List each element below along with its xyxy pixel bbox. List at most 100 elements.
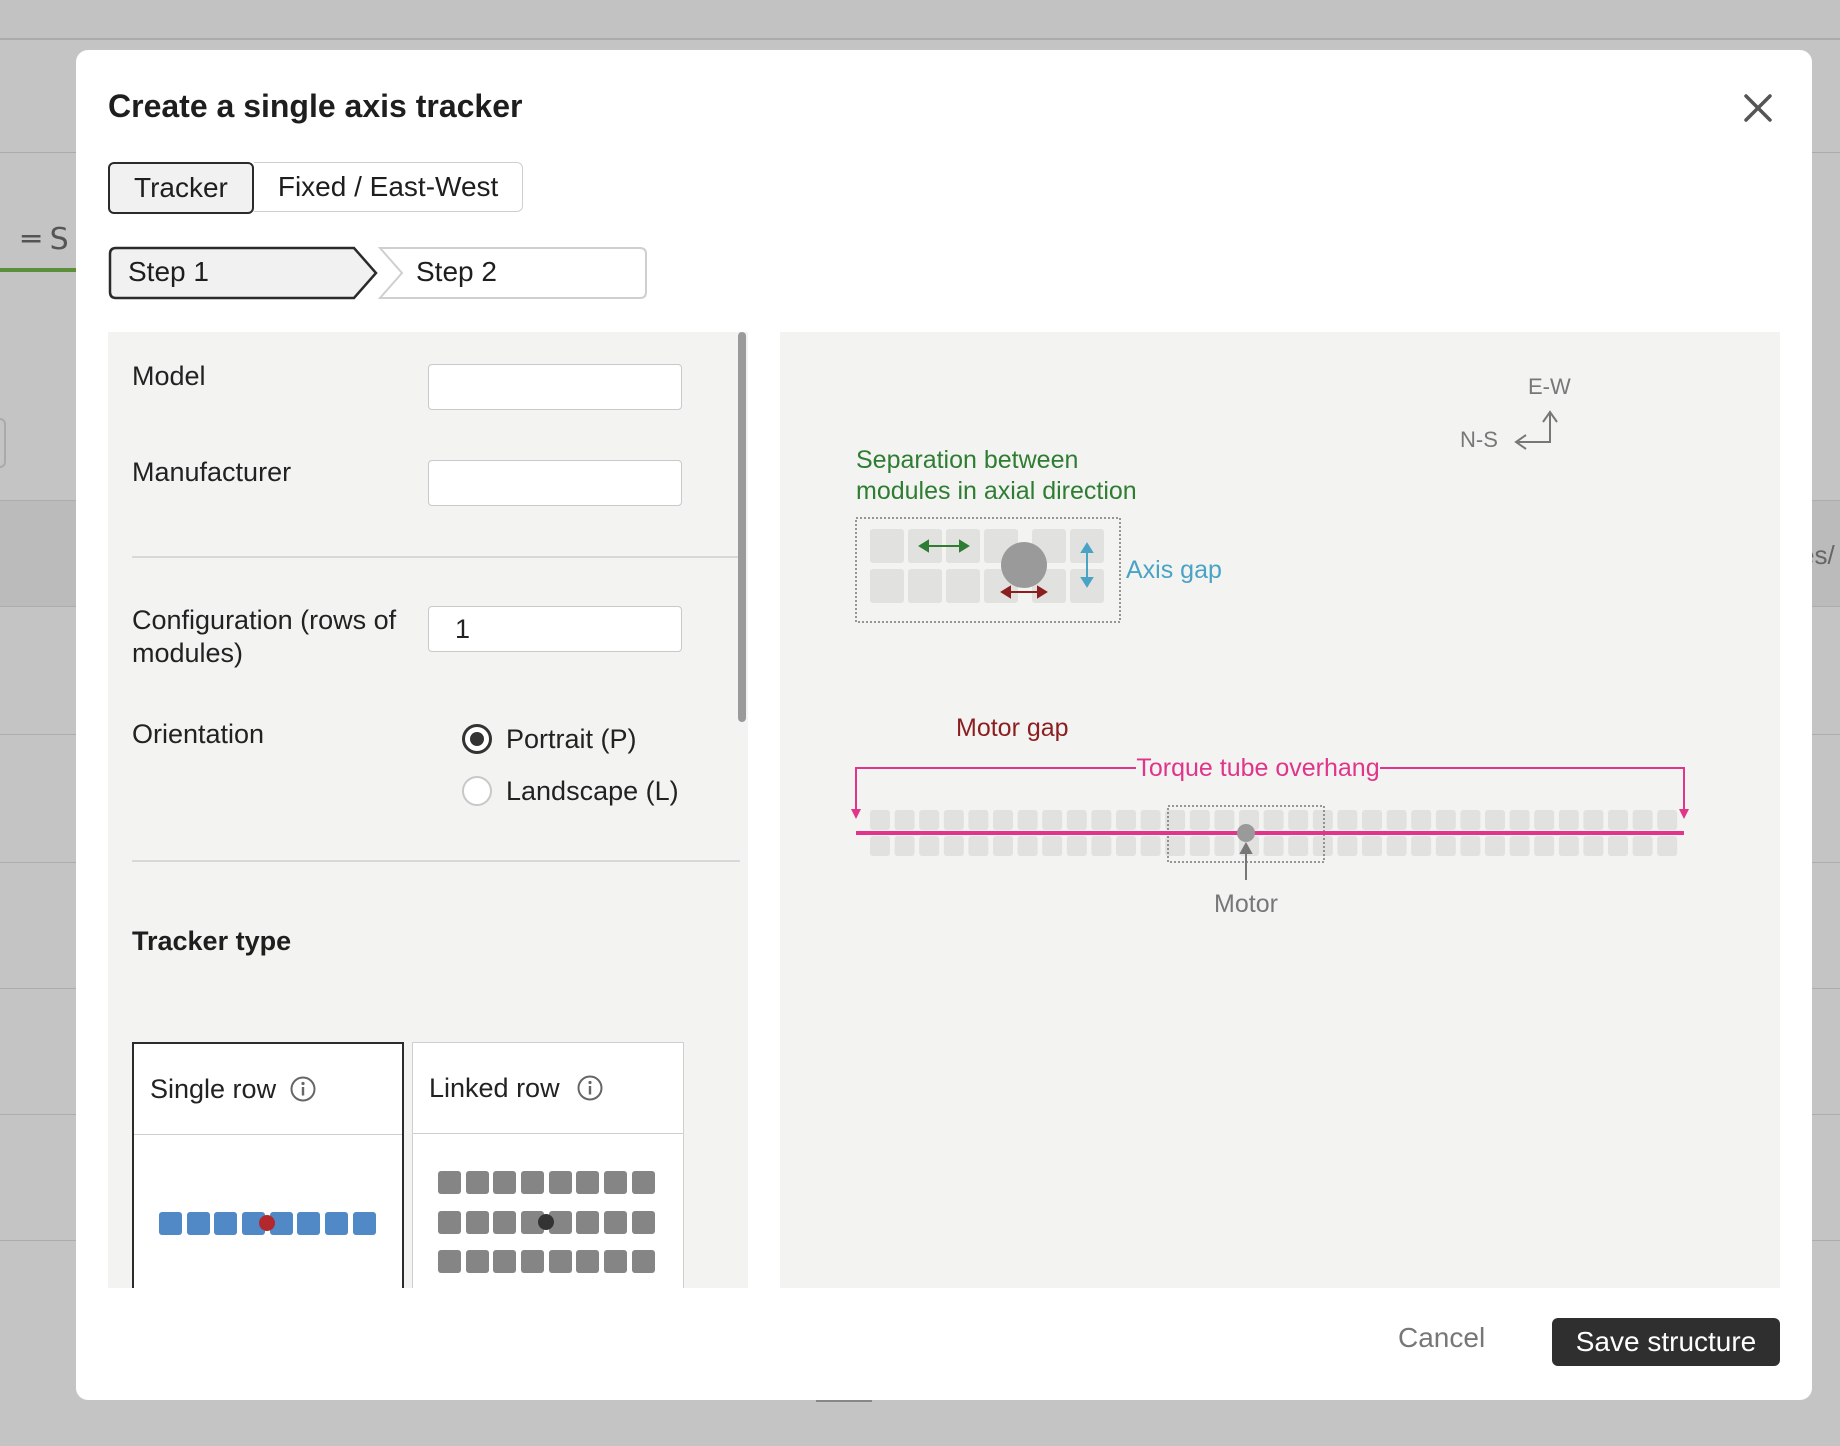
tube-module [968, 836, 989, 856]
tube-module [1509, 810, 1530, 830]
tube-module [1288, 836, 1309, 856]
tube-module [1632, 836, 1653, 856]
orientation-label: Orientation [132, 719, 265, 749]
tube-module [1091, 810, 1112, 830]
tube-module [993, 836, 1013, 856]
linked-row-illustration [438, 1171, 655, 1273]
tube-module [1608, 836, 1628, 856]
form-divider [132, 556, 740, 558]
tube-module [870, 836, 890, 856]
cancel-button[interactable]: Cancel [1398, 1322, 1485, 1354]
tube-module [1091, 836, 1112, 856]
tube-module [1386, 810, 1407, 830]
single-row-card-header: Single row [134, 1044, 402, 1135]
module-grid-top [870, 529, 1104, 603]
compass-arrow-icon [1514, 410, 1558, 450]
separation-label-line2: modules in axial direction [856, 477, 1137, 505]
separation-label-line1: Separation between [856, 446, 1078, 474]
info-icon[interactable] [577, 1075, 603, 1101]
info-icon[interactable] [290, 1076, 316, 1102]
tube-module [1116, 836, 1136, 856]
tube-module [1263, 810, 1284, 830]
single-row-illustration [159, 1212, 376, 1235]
tube-module [1583, 836, 1604, 856]
tube-module [1116, 810, 1136, 830]
tab-tracker[interactable]: Tracker [108, 162, 254, 214]
tube-module [1140, 836, 1161, 856]
tube-module [1214, 810, 1235, 830]
tracker-diagram-panel: E-W N-S Separation between modules in ax… [780, 332, 1780, 1288]
tube-module [1017, 810, 1038, 830]
manufacturer-input[interactable] [428, 460, 682, 506]
tube-module [1386, 836, 1407, 856]
tube-module [919, 810, 940, 830]
tube-module [1485, 810, 1505, 830]
tube-module [1509, 836, 1530, 856]
portrait-radio[interactable] [462, 724, 492, 754]
axis-gap-arrow-icon [1080, 542, 1094, 588]
modal-title: Create a single axis tracker [108, 88, 523, 124]
compass-ew-label: E-W [1528, 374, 1571, 399]
linked-row-card[interactable]: Linked row [412, 1042, 684, 1288]
tube-module [1066, 810, 1087, 830]
model-label: Model [132, 361, 206, 391]
tube-module [894, 810, 915, 830]
app-active-tab-indicator [0, 268, 78, 272]
tube-module [1362, 836, 1382, 856]
motor-gap-label: Motor gap [956, 714, 1069, 742]
tube-module [1312, 810, 1333, 830]
create-tracker-modal: Create a single axis tracker Tracker Fix… [76, 50, 1812, 1400]
tube-module [1017, 836, 1038, 856]
manufacturer-label: Manufacturer [132, 457, 292, 487]
landscape-label[interactable]: Landscape (L) [506, 776, 679, 807]
save-structure-button[interactable]: Save structure [1552, 1318, 1780, 1366]
form-scrollbar[interactable] [738, 332, 746, 722]
tube-module [870, 810, 890, 830]
tube-module [1042, 810, 1063, 830]
tube-module [1411, 810, 1432, 830]
tube-module [894, 836, 915, 856]
app-menu-partial: ═ S [22, 222, 69, 257]
tube-module [1337, 810, 1358, 830]
motor-dot [1237, 824, 1255, 842]
motor-label: Motor [1214, 890, 1278, 918]
close-icon[interactable] [1736, 86, 1780, 130]
tube-module [1534, 810, 1555, 830]
tube-module [1312, 836, 1333, 856]
torque-overhang-label: Torque tube overhang [1136, 754, 1379, 782]
compass-ns-label: N-S [1460, 427, 1498, 452]
tube-module [1608, 810, 1628, 830]
tube-module [1189, 810, 1210, 830]
step-indicator: Step 1 Step 2 [108, 246, 648, 300]
portrait-label[interactable]: Portrait (P) [506, 724, 637, 755]
tube-module [1558, 810, 1579, 830]
structure-type-toggle: Tracker Fixed / East-West [108, 162, 524, 214]
step-1-label[interactable]: Step 1 [128, 256, 209, 288]
tube-module [1435, 810, 1456, 830]
configuration-label: Configuration (rows of modules) [132, 605, 397, 668]
tube-module [919, 836, 940, 856]
overhang-arrow-left [851, 809, 861, 819]
motor-circle-detail [1001, 542, 1047, 588]
tube-module [1657, 810, 1678, 830]
tube-module [1583, 810, 1604, 830]
overhang-arrow-right [1679, 809, 1689, 819]
tube-module [1362, 810, 1382, 830]
tube-module [1411, 836, 1432, 856]
tube-module [943, 810, 964, 830]
tube-module [943, 836, 964, 856]
linked-row-card-header: Linked row [413, 1043, 683, 1134]
model-input[interactable] [428, 364, 682, 410]
app-side-handle [0, 418, 6, 468]
tube-module [1558, 836, 1579, 856]
tube-module [1214, 836, 1235, 856]
tube-module [1460, 810, 1481, 830]
single-row-card[interactable]: Single row [132, 1042, 404, 1288]
step-2-label[interactable]: Step 2 [416, 256, 497, 288]
tracker-type-heading: Tracker type [132, 926, 292, 956]
tube-module [1288, 810, 1309, 830]
tube-module [1263, 836, 1284, 856]
tab-fixed-east-west[interactable]: Fixed / East-West [253, 162, 524, 212]
configuration-input[interactable]: 1 [428, 606, 682, 652]
landscape-radio[interactable] [462, 776, 492, 806]
